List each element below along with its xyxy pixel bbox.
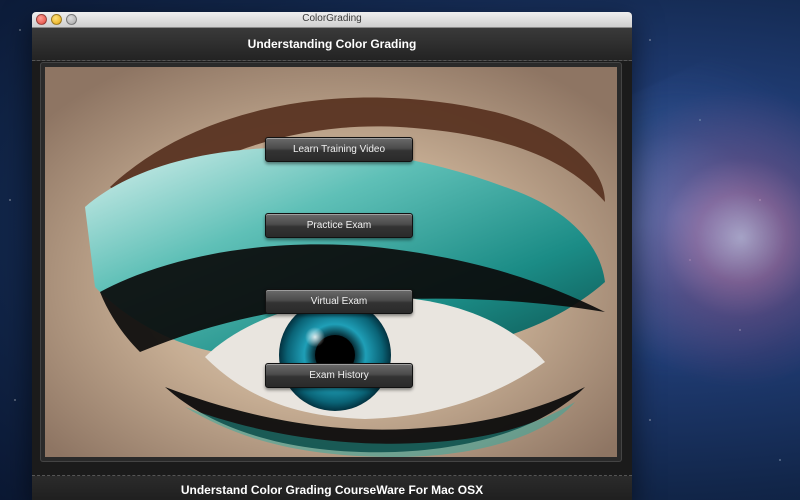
- practice-exam-button[interactable]: Practice Exam: [265, 213, 413, 238]
- eye-makeup-photo: Learn Training Video Practice Exam Virtu…: [45, 67, 617, 457]
- main-menu: Learn Training Video Practice Exam Virtu…: [45, 67, 617, 457]
- learn-training-video-button[interactable]: Learn Training Video: [265, 137, 413, 162]
- window-title: ColorGrading: [302, 13, 362, 24]
- footer-bar: Understand Color Grading CourseWare For …: [32, 475, 632, 500]
- footer-text: Understand Color Grading CourseWare For …: [180, 482, 484, 497]
- page-title: Understanding Color Grading: [247, 37, 417, 51]
- header-bar: Understanding Color Grading: [32, 28, 632, 61]
- app-window: ColorGrading Understanding Color Grading: [32, 12, 632, 500]
- content-frame: Learn Training Video Practice Exam Virtu…: [40, 62, 622, 462]
- window-titlebar[interactable]: ColorGrading: [32, 12, 632, 28]
- virtual-exam-button[interactable]: Virtual Exam: [265, 289, 413, 314]
- exam-history-button[interactable]: Exam History: [265, 363, 413, 388]
